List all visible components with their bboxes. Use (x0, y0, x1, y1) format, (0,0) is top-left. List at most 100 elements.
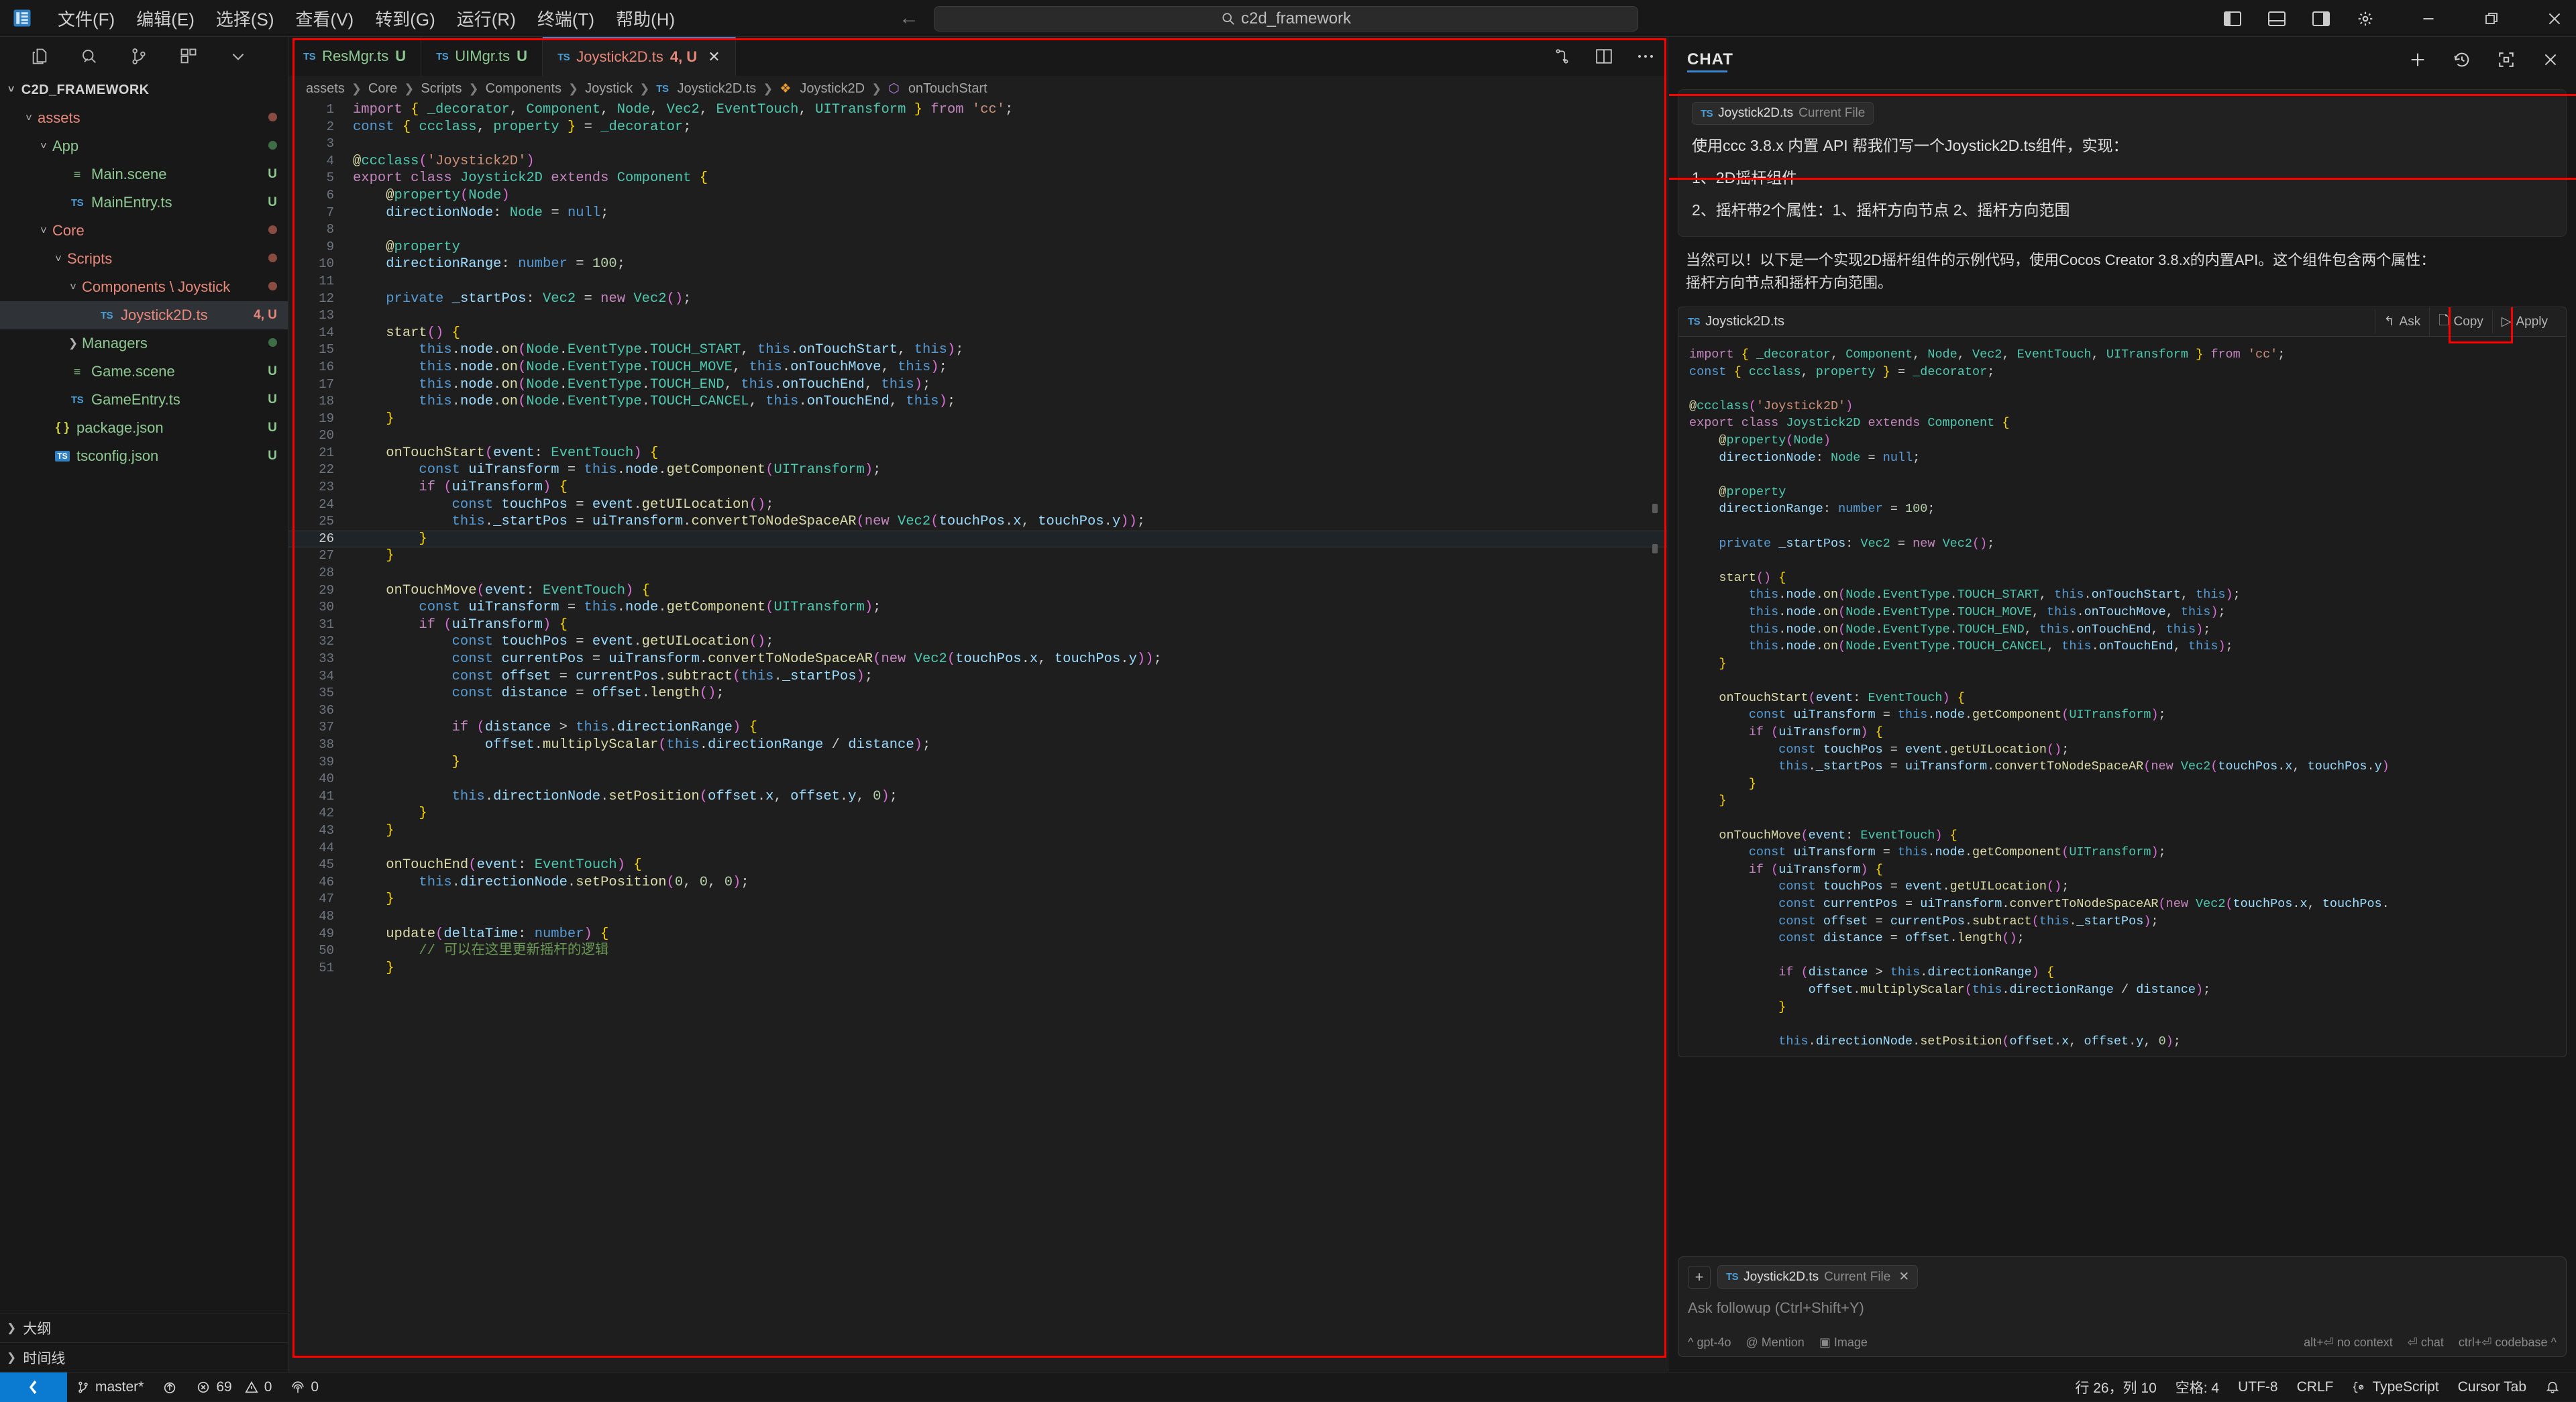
code-line[interactable]: 39 } (288, 754, 1667, 771)
arrow-left-icon[interactable]: ← (899, 7, 919, 30)
code-line[interactable]: 1 import { _decorator, Component, Node, V… (288, 101, 1667, 119)
editor-tab-joystick2d-ts[interactable]: TS Joystick2D.ts 4, U ✕ (543, 37, 736, 76)
code-line[interactable]: 21 onTouchStart(event: EventTouch) { (288, 445, 1667, 462)
toggle-primary-sidebar-icon[interactable] (2222, 8, 2243, 30)
code-line[interactable]: 22 const uiTransform = this.node.getComp… (288, 462, 1667, 479)
code-line[interactable]: 8 (288, 221, 1667, 239)
code-line[interactable]: 3 (288, 136, 1667, 153)
tree-item-mainentry-ts[interactable]: TS MainEntry.ts U (0, 188, 288, 217)
status-ports[interactable]: 0 (281, 1372, 328, 1402)
menu-terminal[interactable]: 终端(T) (527, 2, 605, 35)
breadcrumb-item[interactable]: onTouchStart (908, 81, 987, 97)
menu-run[interactable]: 运行(R) (446, 2, 527, 35)
menu-view[interactable]: 查看(V) (285, 2, 365, 35)
tree-item-managers[interactable]: ❯ Managers (0, 329, 288, 358)
model-selector[interactable]: ^ gpt-4o (1688, 1336, 1731, 1350)
code-line[interactable]: 38 offset.multiplyScalar(this.directionR… (288, 737, 1667, 754)
code-line[interactable]: 42 } (288, 805, 1667, 822)
toggle-panel-icon[interactable] (2266, 8, 2288, 30)
status-encoding[interactable]: UTF-8 (2229, 1372, 2288, 1402)
status-eol[interactable]: CRLF (2288, 1372, 2343, 1402)
code-line[interactable]: 50 // 可以在这里更新摇杆的逻辑 (288, 942, 1667, 960)
close-icon[interactable] (2540, 49, 2561, 70)
code-line[interactable]: 34 const offset = currentPos.subtract(th… (288, 668, 1667, 686)
tree-item-joystick2d-ts[interactable]: TS Joystick2D.ts 4, U (0, 301, 288, 329)
code-line[interactable]: 30 const uiTransform = this.node.getComp… (288, 599, 1667, 616)
status-source-control[interactable]: master* (67, 1372, 153, 1402)
chat-input-context-chip[interactable]: TS Joystick2D.ts Current File ✕ (1717, 1265, 1919, 1289)
code-line[interactable]: 16 this.node.on(Node.EventType.TOUCH_MOV… (288, 359, 1667, 376)
status-language-mode[interactable]: TypeScript (2343, 1372, 2448, 1402)
explorer-section-header[interactable]: ˅ C2D_FRAMEWORK (0, 76, 288, 104)
command-center-search[interactable]: c2d_framework (934, 6, 1638, 32)
panel-timeline[interactable]: ❯ 时间线 (0, 1342, 288, 1372)
code-line[interactable]: 18 this.node.on(Node.EventType.TOUCH_CAN… (288, 393, 1667, 411)
minimize-icon[interactable] (2418, 8, 2439, 30)
breadcrumb-item[interactable]: Joystick2D.ts (677, 81, 756, 97)
code-line[interactable]: 2 const { ccclass, property } = _decorato… (288, 119, 1667, 136)
editor-scrollbar[interactable] (1652, 101, 1658, 1372)
code-line[interactable]: 25 this._startPos = uiTransform.convertT… (288, 513, 1667, 531)
source-control-icon[interactable] (129, 46, 149, 66)
code-line[interactable]: 23 if (uiTransform) { (288, 479, 1667, 496)
tree-item-core[interactable]: ˅ Core (0, 217, 288, 245)
close-icon[interactable]: ✕ (708, 48, 720, 66)
code-line[interactable]: 29 onTouchMove(event: EventTouch) { (288, 582, 1667, 600)
code-line[interactable]: 13 (288, 307, 1667, 325)
code-line[interactable]: 31 if (uiTransform) { (288, 616, 1667, 634)
image-button[interactable]: ▣ Image (1819, 1336, 1868, 1350)
code-line[interactable]: 5 export class Joystick2D extends Compone… (288, 170, 1667, 187)
tree-item-scripts[interactable]: ˅ Scripts (0, 245, 288, 273)
tree-item-game-scene[interactable]: ≡ Game.scene U (0, 358, 288, 386)
close-icon[interactable] (2544, 8, 2565, 30)
split-editor-layout-icon[interactable] (1552, 46, 1573, 67)
status-cursor-position[interactable]: 行 26，列 10 (2065, 1372, 2165, 1402)
breadcrumb-item[interactable]: Scripts (421, 81, 462, 97)
mention-button[interactable]: @ Mention (1746, 1336, 1805, 1350)
code-line[interactable]: 41 this.directionNode.setPosition(offset… (288, 788, 1667, 806)
gear-icon[interactable] (2355, 8, 2376, 30)
code-line[interactable]: 24 const touchPos = event.getUILocation(… (288, 496, 1667, 514)
close-icon[interactable]: ✕ (1898, 1269, 1909, 1285)
code-line[interactable]: 44 (288, 840, 1667, 857)
code-line[interactable]: 27 } (288, 547, 1667, 565)
code-line[interactable]: 20 (288, 427, 1667, 445)
tree-item-app[interactable]: ˅ App (0, 132, 288, 160)
code-line[interactable]: 37 if (distance > this.directionRange) { (288, 719, 1667, 737)
code-line[interactable]: 7 directionNode: Node = null; (288, 205, 1667, 222)
menu-select[interactable]: 选择(S) (205, 2, 285, 35)
explorer-icon[interactable] (30, 46, 50, 66)
code-line[interactable]: 47 } (288, 891, 1667, 908)
chat-input-box[interactable]: + TS Joystick2D.ts Current File ✕ Ask fo… (1678, 1256, 2567, 1357)
code-line[interactable]: 4 @ccclass('Joystick2D') (288, 153, 1667, 170)
status-problems[interactable]: 69 0 (186, 1372, 281, 1402)
editor-tab-resmgr-ts[interactable]: TS ResMgr.ts U (288, 37, 422, 76)
code-line[interactable]: 12 private _startPos: Vec2 = new Vec2(); (288, 290, 1667, 308)
code-line[interactable]: 33 const currentPos = uiTransform.conver… (288, 651, 1667, 668)
more-actions-icon[interactable] (1635, 46, 1656, 67)
breadcrumb-item[interactable]: Core (368, 81, 397, 97)
code-line[interactable]: 49 update(deltaTime: number) { (288, 926, 1667, 943)
extensions-icon[interactable] (178, 46, 199, 66)
restore-icon[interactable] (2481, 8, 2502, 30)
menu-edit[interactable]: 编辑(E) (125, 2, 205, 35)
chat-followup-input[interactable]: Ask followup (Ctrl+Shift+Y) (1688, 1299, 2557, 1317)
code-line[interactable]: 26 } (288, 530, 1667, 548)
breadcrumb-item[interactable]: Joystick2D (800, 81, 865, 97)
status-sync[interactable] (153, 1372, 186, 1402)
split-editor-icon[interactable] (1593, 46, 1615, 67)
code-line[interactable]: 28 (288, 565, 1667, 582)
code-line[interactable]: 9 @property (288, 239, 1667, 256)
remote-window-icon[interactable] (0, 1372, 67, 1402)
panel-outline[interactable]: ❯ 大纲 (0, 1313, 288, 1342)
tree-item-gameentry-ts[interactable]: TS GameEntry.ts U (0, 386, 288, 414)
ask-button[interactable]: ↰ Ask (2374, 310, 2430, 333)
breadcrumb-item[interactable]: Components (486, 81, 561, 97)
code-line[interactable]: 10 directionRange: number = 100; (288, 256, 1667, 273)
tree-item-tsconfig-json[interactable]: TS tsconfig.json U (0, 442, 288, 470)
breadcrumb-item[interactable]: assets (306, 81, 345, 97)
search-icon[interactable] (79, 46, 99, 66)
tree-item-main-scene[interactable]: ≡ Main.scene U (0, 160, 288, 188)
code-editor[interactable]: 1 import { _decorator, Component, Node, V… (288, 101, 1667, 1372)
code-line[interactable]: 43 } (288, 822, 1667, 840)
